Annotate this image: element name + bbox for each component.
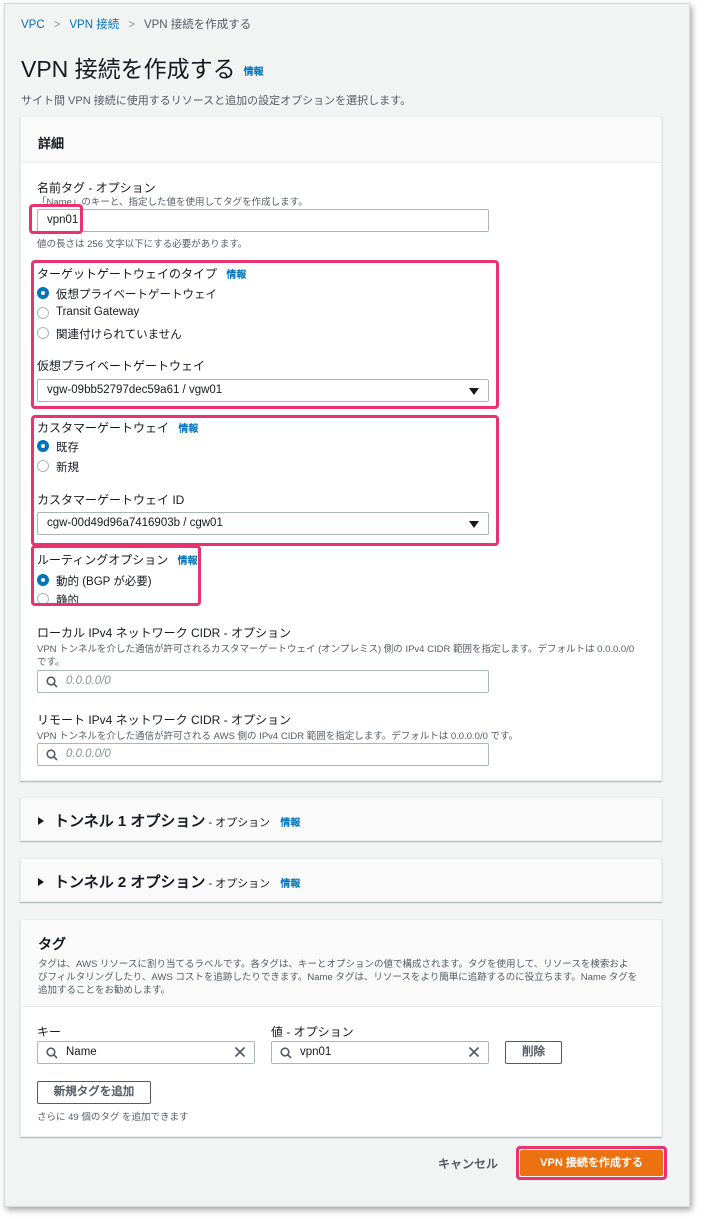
tags-panel: タグ タグは、AWS リソースに割り当てるラベルです。各タグは、キーとオプション… <box>20 919 662 1137</box>
tags-header: タグ <box>38 936 66 952</box>
tag-key-label: キー <box>37 1025 62 1039</box>
breadcrumb-vpc[interactable]: VPC <box>21 19 45 31</box>
tags-description-1: タグは、AWS リソースに割り当てるラベルです。各タグは、キーとオプションの値で… <box>38 959 629 970</box>
name-tag-input[interactable]: vpn01 <box>37 209 489 232</box>
remove-tag-button[interactable]: 削除 <box>505 1041 562 1064</box>
local-cidr-placeholder: 0.0.0.0/0 <box>66 675 111 687</box>
add-tag-button[interactable]: 新規タグを追加 <box>37 1081 151 1104</box>
create-vpn-button[interactable]: VPN 接続を作成する <box>520 1150 663 1176</box>
tag-key-value: Name <box>66 1046 97 1058</box>
highlight-name-tag <box>29 204 83 234</box>
info-link[interactable]: 情報 <box>244 67 264 78</box>
tunnel1-title: トンネル 1 オプション <box>54 813 206 830</box>
expand-triangle-icon <box>38 817 44 825</box>
highlight-customer-gateway <box>31 415 499 546</box>
tunnel2-title-row: トンネル 2 オプション - オプション 情報 <box>54 871 300 892</box>
tunnel1-title-row: トンネル 1 オプション - オプション 情報 <box>54 810 300 831</box>
page-title: VPN 接続を作成する <box>21 56 236 82</box>
tags-description-2: びフィルタリングしたり、AWS コストを追跡したりできます。Name タグは、リ… <box>38 972 638 983</box>
page-title-row: VPN 接続を作成する 情報 <box>21 50 264 84</box>
highlight-target-gateway <box>31 260 499 409</box>
chevron-right-icon: > <box>53 19 61 31</box>
info-link[interactable]: 情報 <box>280 818 300 829</box>
remote-cidr-label: リモート IPv4 ネットワーク CIDR - オプション <box>37 713 292 727</box>
search-icon <box>46 1047 58 1059</box>
tunnel1-optional: - オプション <box>205 817 271 829</box>
tag-value-value: vpn01 <box>300 1046 332 1058</box>
search-icon <box>46 676 58 688</box>
page-subtitle: サイト間 VPN 接続に使用するリソースと追加の設定オプションを選択します。 <box>21 95 412 107</box>
clear-icon[interactable] <box>468 1046 480 1058</box>
cancel-button[interactable]: キャンセル <box>438 1155 498 1172</box>
name-tag-constraint: 値の長さは 256 文字以下にする必要があります。 <box>37 239 248 250</box>
tunnel2-title: トンネル 2 オプション <box>54 874 206 891</box>
highlight-routing <box>31 545 201 606</box>
local-cidr-description: VPN トンネルを介した通信が許可されるカスタマーゲートウェイ (オンプレミス)… <box>37 644 635 655</box>
tunnel2-optional: - オプション <box>205 878 271 890</box>
local-cidr-input[interactable]: 0.0.0.0/0 <box>37 670 489 693</box>
page-frame: VPC > VPN 接続 > VPN 接続を作成する VPN 接続を作成する 情報 サイト… <box>4 3 690 1207</box>
tag-key-input[interactable]: Name <box>37 1041 255 1064</box>
remote-cidr-placeholder: 0.0.0.0/0 <box>66 748 111 760</box>
chevron-right-icon: > <box>128 19 135 31</box>
clear-icon[interactable] <box>234 1046 246 1058</box>
tag-value-label: 値 - オプション <box>271 1025 354 1039</box>
local-cidr-label: ローカル IPv4 ネットワーク CIDR - オプション <box>37 626 292 640</box>
search-icon <box>46 749 58 761</box>
tags-panel-header: タグ タグは、AWS リソースに割り当てるラベルです。各タグは、キーとオプション… <box>21 920 661 1007</box>
breadcrumb-current: VPN 接続を作成する <box>143 19 252 31</box>
tags-description-3: 追加することをお勧めします。 <box>38 985 171 996</box>
remote-cidr-description: VPN トンネルを介した通信が許可される AWS 側の IPv4 CIDR 範囲… <box>37 731 519 742</box>
tunnel2-panel[interactable]: トンネル 2 オプション - オプション 情報 <box>20 858 662 902</box>
tags-remaining: さらに 49 個のタグ を追加できます <box>37 1112 189 1123</box>
breadcrumb-vpn-connections[interactable]: VPN 接続 <box>69 19 119 31</box>
tunnel1-panel[interactable]: トンネル 1 オプション - オプション 情報 <box>20 797 662 841</box>
expand-triangle-icon <box>38 878 44 886</box>
details-panel-header: 詳細 <box>21 117 661 163</box>
breadcrumb: VPC > VPN 接続 > VPN 接続を作成する <box>21 16 251 32</box>
info-link[interactable]: 情報 <box>280 879 300 890</box>
details-header: 詳細 <box>38 136 65 151</box>
remote-cidr-input[interactable]: 0.0.0.0/0 <box>37 743 489 766</box>
tag-value-input[interactable]: vpn01 <box>271 1041 489 1064</box>
local-cidr-description-2: です。 <box>37 657 65 668</box>
search-icon <box>280 1047 292 1059</box>
